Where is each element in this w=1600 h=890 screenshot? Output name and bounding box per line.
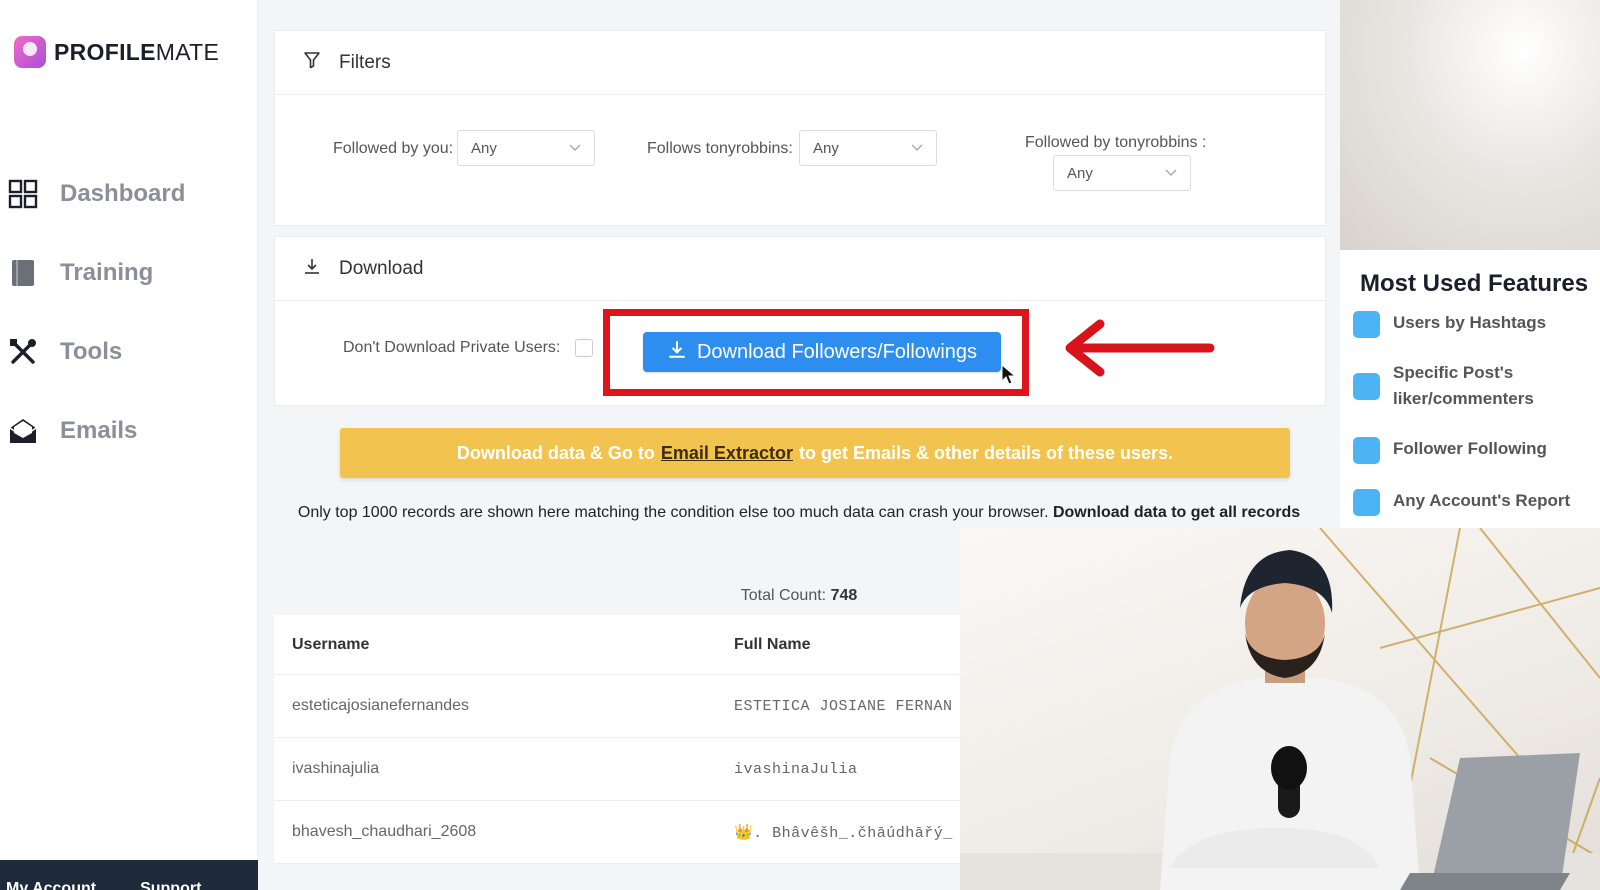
feature-label: Any Account's Report xyxy=(1393,491,1571,510)
private-users-label: Don't Download Private Users: xyxy=(343,339,561,356)
download-followers-button[interactable]: Download Followers/Followings xyxy=(643,332,1001,372)
my-account-link[interactable]: My Account xyxy=(6,880,96,890)
select-value: Any xyxy=(1067,164,1093,182)
feature-account-report[interactable]: Any Account's Report xyxy=(1353,488,1600,516)
features-title: Most Used Features xyxy=(1360,270,1589,297)
grid-icon xyxy=(8,179,38,209)
feature-icon xyxy=(1353,311,1380,338)
feature-post-likers[interactable]: Specific Post's liker/commenters xyxy=(1353,360,1600,412)
notice-text: Only top 1000 records are shown here mat… xyxy=(297,504,1049,521)
presenter-illustration xyxy=(960,528,1600,890)
download-title: Download xyxy=(339,257,424,279)
chevron-down-icon xyxy=(568,141,582,159)
sidebar-item-label: Emails xyxy=(60,416,138,444)
filter-row: Followed by you: Any Follows tonyrobbins… xyxy=(275,95,1325,225)
total-count-value: 748 xyxy=(830,587,858,604)
email-extractor-banner: Download data & Go to Email Extractor to… xyxy=(340,428,1290,478)
logo-light: MATE xyxy=(155,38,220,65)
chevron-down-icon xyxy=(910,141,924,159)
most-used-features-panel: Most Used Features Users by Hashtags Spe… xyxy=(1340,250,1600,528)
logo-bold: PROFILE xyxy=(54,38,156,65)
page: PROFILEMATE Dashboard Training Tools Ema… xyxy=(0,0,1600,890)
sidebar-item-label: Training xyxy=(60,258,154,286)
private-users-checkbox[interactable] xyxy=(575,339,593,357)
logo-text: PROFILEMATE xyxy=(54,39,219,66)
tools-icon xyxy=(8,337,38,367)
background-video-area xyxy=(1340,0,1600,250)
select-value: Any xyxy=(813,139,839,157)
filters-title: Filters xyxy=(339,51,391,73)
support-link[interactable]: Support xyxy=(140,880,201,890)
follows-user-select[interactable]: Any xyxy=(799,130,937,166)
follows-user-label: Follows tonyrobbins: xyxy=(647,140,793,157)
feature-label: Users by Hashtags xyxy=(1393,313,1547,332)
records-notice: Only top 1000 records are shown here mat… xyxy=(288,500,1310,525)
feature-icon xyxy=(1353,437,1380,464)
banner-text-before: Download data & Go to xyxy=(456,442,655,463)
feature-label: Follower Following xyxy=(1393,439,1547,458)
book-icon xyxy=(8,258,38,288)
filters-card: Filters Followed by you: Any Follows ton… xyxy=(274,30,1326,226)
sidebar-item-tools[interactable]: Tools xyxy=(8,312,248,391)
sidebar: PROFILEMATE Dashboard Training Tools Ema… xyxy=(0,0,258,890)
sidebar-item-training[interactable]: Training xyxy=(8,233,248,312)
download-icon xyxy=(303,257,321,281)
feature-icon xyxy=(1353,489,1380,516)
sidebar-item-emails[interactable]: Emails xyxy=(8,391,248,470)
feature-users-by-hashtags[interactable]: Users by Hashtags xyxy=(1353,310,1600,338)
presenter-video xyxy=(960,528,1600,890)
download-button-label: Download Followers/Followings xyxy=(696,340,978,363)
logo[interactable]: PROFILEMATE xyxy=(14,36,219,68)
filters-header: Filters xyxy=(275,31,1325,95)
email-extractor-link[interactable]: Email Extractor xyxy=(661,443,793,464)
filter-icon xyxy=(303,51,321,75)
sidebar-footer: My Account Support xyxy=(0,860,258,890)
feature-icon xyxy=(1353,373,1380,400)
column-username[interactable]: Username xyxy=(274,636,734,654)
followed-by-you-label: Followed by you: xyxy=(333,140,454,157)
download-header: Download xyxy=(275,237,1325,301)
envelope-icon xyxy=(8,416,38,446)
username-cell: esteticajosianefernandes xyxy=(292,697,470,714)
banner-text-after: to get Emails & other details of these u… xyxy=(798,442,1174,463)
sidebar-item-label: Tools xyxy=(60,337,123,365)
notice-bold: Download data to get all records xyxy=(1052,504,1301,521)
username-cell: bhavesh_chaudhari_2608 xyxy=(292,823,477,840)
select-value: Any xyxy=(471,139,497,157)
feature-label: Specific Post's liker/commenters xyxy=(1393,363,1534,408)
mouse-cursor-icon xyxy=(1001,364,1017,385)
logo-icon xyxy=(14,36,46,68)
red-arrow-annotation xyxy=(1065,319,1215,377)
sidebar-item-dashboard[interactable]: Dashboard xyxy=(8,154,248,233)
feature-follower-following[interactable]: Follower Following xyxy=(1353,436,1600,464)
followed-by-user-label: Followed by tonyrobbins : xyxy=(1025,134,1207,151)
total-count-label: Total Count: xyxy=(740,587,827,604)
followed-by-user-select[interactable]: Any xyxy=(1053,155,1191,191)
sidebar-nav: Dashboard Training Tools Emails xyxy=(8,154,248,470)
username-cell: ivashinajulia xyxy=(292,760,380,777)
sidebar-item-label: Dashboard xyxy=(60,179,186,207)
chevron-down-icon xyxy=(1164,166,1178,184)
download-icon xyxy=(667,339,687,365)
followed-by-you-select[interactable]: Any xyxy=(457,130,595,166)
